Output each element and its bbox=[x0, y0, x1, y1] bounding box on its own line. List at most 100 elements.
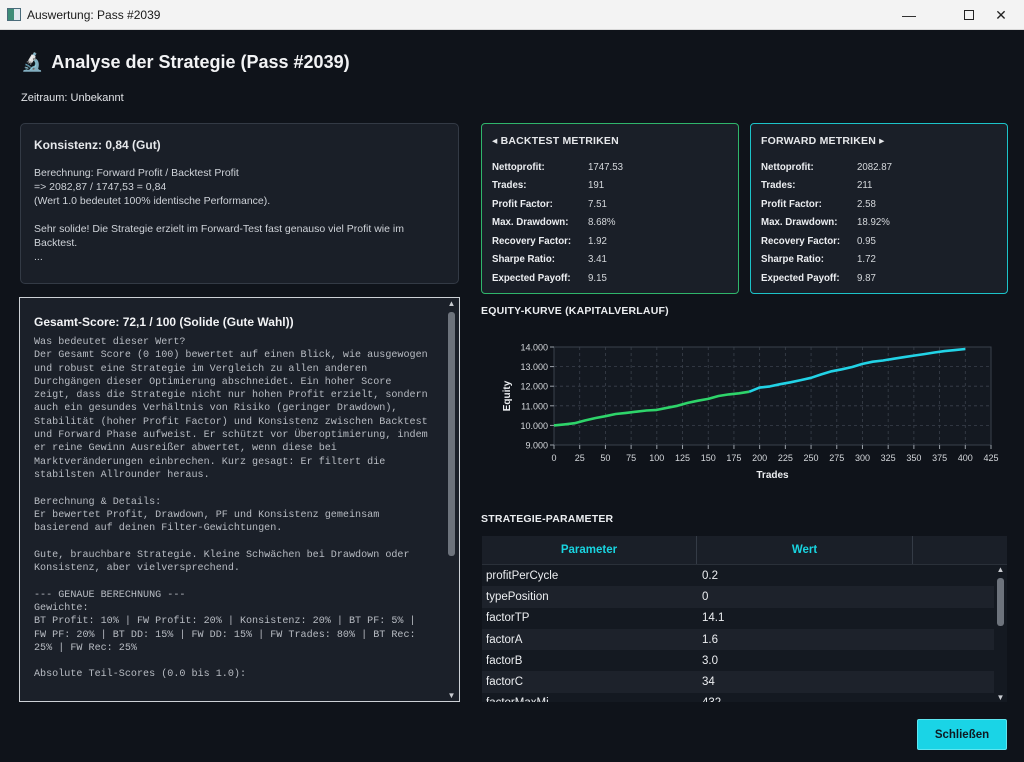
param-value: 432 bbox=[697, 697, 913, 702]
backtest-metric-row: Nettoprofit: 1747.53 bbox=[492, 158, 728, 177]
metric-value: 3.41 bbox=[588, 254, 607, 266]
page-title: 🔬 Analyse der Strategie (Pass #2039) bbox=[21, 52, 350, 73]
microscope-icon: 🔬 bbox=[21, 52, 44, 72]
minimize-button[interactable]: — bbox=[886, 0, 932, 30]
metric-label: Sharpe Ratio: bbox=[492, 254, 555, 266]
metric-label: Nettoprofit: bbox=[761, 161, 814, 173]
metric-label: Max. Drawdown: bbox=[492, 217, 569, 229]
backtest-metric-row: Sharpe Ratio: 3.41 bbox=[492, 251, 728, 270]
param-value: 14.1 bbox=[702, 612, 725, 625]
params-table-body: profitPerCycle 0.2 typePosition 0 factorTP 14… bbox=[482, 565, 994, 702]
x-tick-label: 25 bbox=[575, 453, 585, 463]
plot-area bbox=[553, 346, 992, 446]
table-row[interactable]: profitPerCycle 0.2 bbox=[482, 565, 994, 586]
metric-value: 1.72 bbox=[857, 254, 876, 266]
param-name: factorTP bbox=[486, 612, 530, 625]
param-name: factorC bbox=[486, 676, 524, 689]
window-titlebar: Auswertung: Pass #2039 — ✕ bbox=[0, 0, 1024, 30]
backtest-metrics-panel: ◂ BACKTEST METRIKEN Nettoprofit: 1747.53 T… bbox=[481, 123, 739, 294]
page-title-text: Analyse der Strategie (Pass #2039) bbox=[51, 52, 350, 72]
metric-value: 1747.53 bbox=[588, 161, 624, 173]
table-row[interactable]: factorC 34 bbox=[482, 671, 994, 693]
x-tick-label: 75 bbox=[626, 453, 636, 463]
close-window-button[interactable]: ✕ bbox=[978, 0, 1024, 30]
scroll-down-icon[interactable]: ▼ bbox=[446, 691, 457, 700]
params-title: STRATEGIE-PARAMETER bbox=[481, 513, 614, 525]
x-tick-label: 300 bbox=[855, 453, 870, 463]
header-parameter[interactable]: Parameter bbox=[482, 536, 697, 564]
metric-value: 2.58 bbox=[857, 198, 876, 210]
param-name: profitPerCycle bbox=[486, 569, 559, 582]
table-row[interactable]: factorMaxMi432 bbox=[482, 693, 994, 702]
y-tick-label: 9.000 bbox=[525, 441, 548, 451]
param-name: factorB bbox=[486, 654, 523, 667]
table-row[interactable]: factorA 1.6 bbox=[482, 628, 994, 651]
params-table: Parameter Wert profitPerCycle 0.2 typePosi… bbox=[482, 536, 1007, 702]
score-title: Gesamt-Score: 72,1 / 100 (Solide (Gute W… bbox=[34, 315, 294, 329]
metric-value: 211 bbox=[857, 180, 873, 192]
metric-value: 1.92 bbox=[588, 235, 607, 247]
x-tick-label: 125 bbox=[675, 453, 690, 463]
metric-label: Nettoprofit: bbox=[492, 161, 545, 173]
metric-label: Recovery Factor: bbox=[761, 235, 841, 247]
score-panel[interactable]: Gesamt-Score: 72,1 / 100 (Solide (Gute W… bbox=[19, 297, 460, 702]
forward-title: FORWARD METRIKEN ▸ bbox=[761, 135, 885, 147]
scroll-down-icon[interactable]: ▼ bbox=[995, 693, 1006, 702]
scroll-thumb[interactable] bbox=[997, 578, 1004, 626]
param-name: factorMaxMi bbox=[482, 697, 697, 702]
score-scrollbar[interactable]: ▲ ▼ bbox=[444, 298, 459, 701]
table-row[interactable]: typePosition 0 bbox=[482, 586, 994, 608]
metric-value: 191 bbox=[588, 180, 605, 192]
backtest-title: ◂ BACKTEST METRIKEN bbox=[492, 135, 619, 147]
metric-label: Trades: bbox=[761, 180, 796, 192]
params-scrollbar[interactable]: ▲ ▼ bbox=[994, 565, 1007, 702]
forward-metric-row: Expected Payoff: 9.87 bbox=[761, 269, 997, 288]
x-tick-label: 200 bbox=[752, 453, 767, 463]
x-tick-label: 400 bbox=[958, 453, 973, 463]
table-row[interactable]: factorB 3.0 bbox=[482, 650, 994, 671]
scroll-thumb[interactable] bbox=[448, 312, 455, 556]
backtest-metric-row: Trades: 191 bbox=[492, 177, 728, 196]
param-value: 3.0 bbox=[702, 654, 718, 667]
zeitraum-label: Zeitraum: Unbekannt bbox=[21, 92, 124, 104]
x-tick-label: 425 bbox=[983, 453, 998, 463]
metric-label: Sharpe Ratio: bbox=[761, 254, 824, 266]
metric-label: Expected Payoff: bbox=[761, 272, 840, 284]
equity-title: EQUITY-KURVE (KAPITALVERLAUF) bbox=[481, 305, 669, 317]
param-value: 0.2 bbox=[702, 569, 718, 582]
y-tick-label: 14.000 bbox=[520, 343, 548, 353]
konsistenz-panel: Konsistenz: 0,84 (Gut) Berechnung: Forwa… bbox=[20, 123, 459, 284]
forward-metrics-panel: FORWARD METRIKEN ▸ Nettoprofit: 2082.87 Tr… bbox=[750, 123, 1008, 294]
forward-metric-row: Nettoprofit: 2082.87 bbox=[761, 158, 997, 177]
x-tick-label: 375 bbox=[932, 453, 947, 463]
app-icon bbox=[7, 8, 21, 21]
forward-metric-row: Max. Drawdown: 18.92% bbox=[761, 214, 997, 233]
metric-value: 9.87 bbox=[857, 272, 876, 284]
header-wert[interactable]: Wert bbox=[697, 536, 913, 564]
y-tick-label: 11.000 bbox=[521, 401, 548, 411]
scroll-up-icon[interactable]: ▲ bbox=[995, 565, 1006, 574]
param-value: 34 bbox=[702, 676, 715, 689]
backtest-metric-row: Recovery Factor: 1.92 bbox=[492, 232, 728, 251]
scroll-up-icon[interactable]: ▲ bbox=[446, 299, 457, 308]
schliessen-button[interactable]: Schließen bbox=[917, 719, 1007, 750]
x-tick-label: 275 bbox=[829, 453, 844, 463]
y-tick-label: 13.000 bbox=[520, 362, 548, 372]
x-tick-label: 175 bbox=[726, 453, 741, 463]
param-name: factorA bbox=[486, 633, 523, 646]
x-tick-label: 250 bbox=[804, 453, 819, 463]
metric-label: Expected Payoff: bbox=[492, 272, 571, 284]
metric-value: 9.15 bbox=[588, 272, 607, 284]
window-title: Auswertung: Pass #2039 bbox=[27, 8, 161, 22]
backtest-metric-row: Profit Factor: 7.51 bbox=[492, 195, 728, 214]
metric-label: Recovery Factor: bbox=[492, 235, 572, 247]
forward-metric-row: Recovery Factor: 0.95 bbox=[761, 232, 997, 251]
forward-metric-row: Profit Factor: 2.58 bbox=[761, 195, 997, 214]
header-empty bbox=[913, 536, 1007, 564]
x-tick-label: 225 bbox=[778, 453, 793, 463]
maximize-icon bbox=[964, 10, 974, 20]
backtest-metric-row: Max. Drawdown: 8.68% bbox=[492, 214, 728, 233]
table-row[interactable]: factorTP 14.1 bbox=[482, 608, 994, 629]
metric-value: 18.92% bbox=[857, 217, 890, 229]
score-text: Was bedeutet dieser Wert? Der Gesamt Sco… bbox=[34, 337, 428, 681]
